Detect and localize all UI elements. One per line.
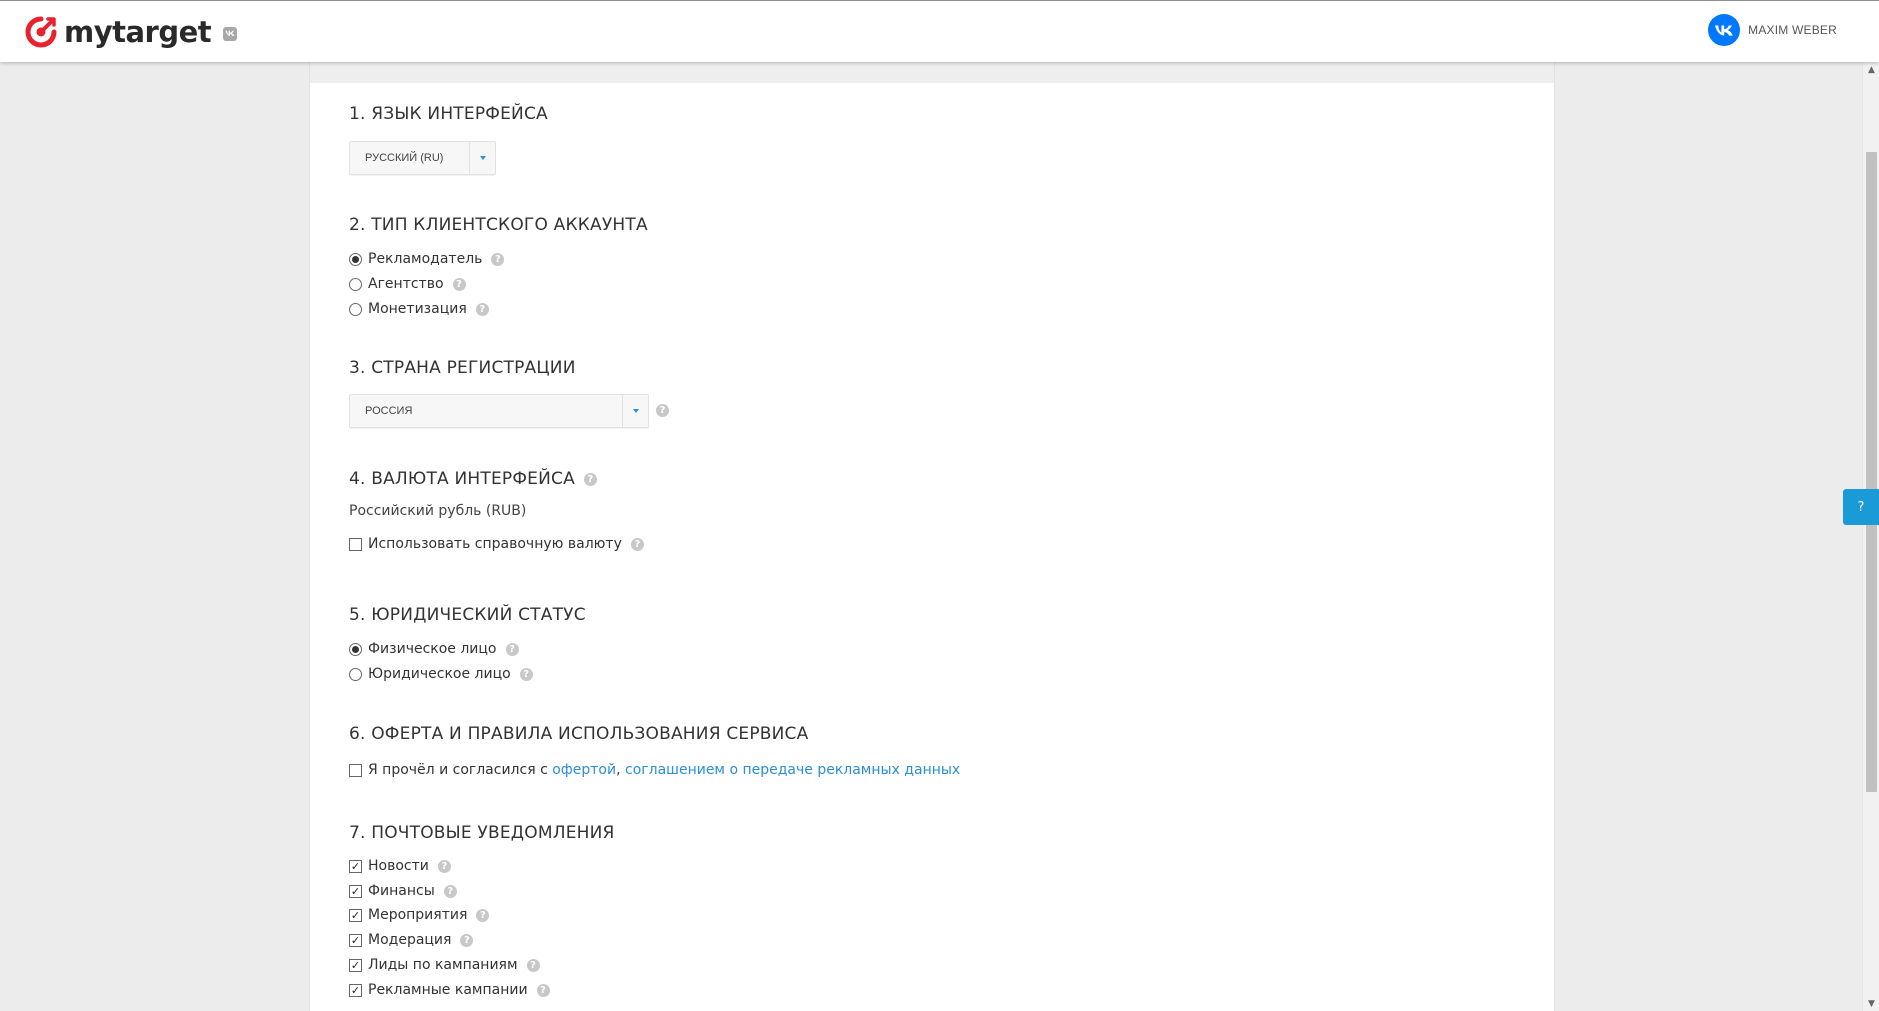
radio-agency-input[interactable] xyxy=(349,277,362,291)
radio-agency-label: Агентство xyxy=(368,276,444,292)
panel-top-band xyxy=(310,62,1554,83)
question-icon[interactable]: ? xyxy=(452,277,466,291)
checkbox-reference-currency-label: Использовать справочную валюту xyxy=(368,536,622,552)
question-icon[interactable]: ? xyxy=(583,472,597,486)
logo-text: mytarget xyxy=(64,15,212,49)
user-name: MAXIM WEBER xyxy=(1748,23,1837,37)
section-title-offer-text: 6. ОФЕРТА И ПРАВИЛА ИСПОЛЬЗОВАНИЯ СЕРВИС… xyxy=(349,724,809,744)
checkbox-leads-label: Лиды по кампаниям xyxy=(368,957,518,973)
section-title-legal-status: 5. ЮРИДИЧЕСКИЙ СТАТУС xyxy=(349,605,586,625)
user-menu[interactable]: MAXIM WEBER xyxy=(1708,14,1837,46)
checkbox-moderation[interactable]: ✓ Модерация ? xyxy=(349,930,474,950)
offer-text-prefix: Я прочёл и согласился с xyxy=(368,762,553,778)
section-title-legal-status-text: 5. ЮРИДИЧЕСКИЙ СТАТУС xyxy=(349,605,586,625)
section-title-notifications: 7. ПОЧТОВЫЕ УВЕДОМЛЕНИЯ xyxy=(349,823,615,843)
question-icon[interactable]: ? xyxy=(656,404,669,417)
page-scrollbar[interactable]: ▲ ▼ xyxy=(1862,62,1879,1011)
radio-monetization[interactable]: Монетизация ? xyxy=(349,299,489,319)
checkbox-finance-label: Финансы xyxy=(368,883,435,899)
checkbox-campaigns-input[interactable]: ✓ xyxy=(349,983,362,997)
checkbox-leads[interactable]: ✓ Лиды по кампаниям ? xyxy=(349,955,540,975)
question-icon[interactable]: ? xyxy=(536,983,550,997)
checkbox-events-label: Мероприятия xyxy=(368,907,468,923)
chevron-down-icon[interactable] xyxy=(469,142,495,174)
section-title-notifications-text: 7. ПОЧТОВЫЕ УВЕДОМЛЕНИЯ xyxy=(349,823,615,843)
help-tab-button[interactable]: ? xyxy=(1843,489,1879,525)
checkbox-leads-input[interactable]: ✓ xyxy=(349,958,362,972)
vk-icon xyxy=(223,26,238,41)
checkbox-moderation-label: Модерация xyxy=(368,932,452,948)
section-title-language-text: 1. ЯЗЫК ИНТЕРФЕЙСА xyxy=(349,104,548,124)
scroll-down-icon[interactable]: ▼ xyxy=(1863,996,1879,1011)
top-header: mytarget MAXIM WEBER xyxy=(0,0,1879,62)
radio-individual-label: Физическое лицо xyxy=(368,641,497,657)
checkbox-finance-input[interactable]: ✓ xyxy=(349,884,362,898)
radio-advertiser-label: Рекламодатель xyxy=(368,251,483,267)
question-icon[interactable]: ? xyxy=(443,884,457,898)
checkbox-offer[interactable]: Я прочёл и согласился с офертой , соглаш… xyxy=(349,760,960,780)
checkbox-news[interactable]: ✓ Новости ? xyxy=(349,856,451,876)
section-title-account-type: 2. ТИП КЛИЕНТСКОГО АККАУНТА xyxy=(349,215,648,235)
checkbox-events[interactable]: ✓ Мероприятия ? xyxy=(349,905,490,925)
scroll-thumb[interactable] xyxy=(1866,152,1877,792)
section-title-currency-text: 4. ВАЛЮТА ИНТЕРФЕЙСА xyxy=(349,469,575,489)
radio-legal-entity-input[interactable] xyxy=(349,667,362,681)
scroll-up-icon[interactable]: ▲ xyxy=(1863,62,1879,77)
radio-individual[interactable]: Физическое лицо ? xyxy=(349,639,519,659)
country-select-value: РОССИЯ xyxy=(365,405,413,417)
language-select[interactable]: РУССКИЙ (RU) xyxy=(349,141,496,175)
offer-separator: , xyxy=(616,762,625,778)
question-icon[interactable]: ? xyxy=(630,537,644,551)
question-icon[interactable]: ? xyxy=(476,908,490,922)
question-icon[interactable]: ? xyxy=(460,933,474,947)
radio-advertiser[interactable]: Рекламодатель ? xyxy=(349,249,505,269)
question-icon[interactable]: ? xyxy=(526,958,540,972)
question-icon[interactable]: ? xyxy=(437,859,451,873)
radio-individual-input[interactable] xyxy=(349,642,362,656)
checkbox-reference-currency[interactable]: Использовать справочную валюту ? xyxy=(349,534,644,554)
question-icon[interactable]: ? xyxy=(491,252,505,266)
radio-legal-entity[interactable]: Юридическое лицо ? xyxy=(349,664,533,684)
checkbox-news-label: Новости xyxy=(368,858,429,874)
section-title-language: 1. ЯЗЫК ИНТЕРФЕЙСА xyxy=(349,104,548,124)
checkbox-finance[interactable]: ✓ Финансы ? xyxy=(349,881,457,901)
section-title-currency: 4. ВАЛЮТА ИНТЕРФЕЙСА ? xyxy=(349,469,597,489)
language-select-value: РУССКИЙ (RU) xyxy=(365,152,444,164)
checkbox-reference-currency-input[interactable] xyxy=(349,537,362,551)
section-title-country-text: 3. СТРАНА РЕГИСТРАЦИИ xyxy=(349,358,576,378)
country-select[interactable]: РОССИЯ xyxy=(349,394,649,428)
chevron-down-icon[interactable] xyxy=(622,395,648,427)
question-icon[interactable]: ? xyxy=(505,642,519,656)
logo[interactable]: mytarget xyxy=(24,13,238,51)
checkbox-news-input[interactable]: ✓ xyxy=(349,859,362,873)
radio-monetization-input[interactable] xyxy=(349,302,362,316)
checkbox-campaigns[interactable]: ✓ Рекламные кампании ? xyxy=(349,980,550,1000)
section-title-account-type-text: 2. ТИП КЛИЕНТСКОГО АККАУНТА xyxy=(349,215,648,235)
section-title-country: 3. СТРАНА РЕГИСТРАЦИИ xyxy=(349,358,576,378)
radio-advertiser-input[interactable] xyxy=(349,252,362,266)
mytarget-logo-icon xyxy=(25,16,57,48)
offer-link[interactable]: офертой xyxy=(552,762,616,778)
question-icon[interactable]: ? xyxy=(519,667,533,681)
section-title-offer: 6. ОФЕРТА И ПРАВИЛА ИСПОЛЬЗОВАНИЯ СЕРВИС… xyxy=(349,724,808,744)
question-icon[interactable]: ? xyxy=(475,302,489,316)
checkbox-campaigns-label: Рекламные кампании xyxy=(368,982,528,998)
vk-avatar-icon xyxy=(1708,14,1741,46)
radio-monetization-label: Монетизация xyxy=(368,301,467,317)
checkbox-events-input[interactable]: ✓ xyxy=(349,908,362,922)
data-agreement-link[interactable]: соглашением о передаче рекламных данных xyxy=(625,762,960,778)
checkbox-offer-input[interactable] xyxy=(349,763,362,777)
radio-agency[interactable]: Агентство ? xyxy=(349,274,466,294)
radio-legal-entity-label: Юридическое лицо xyxy=(368,666,511,682)
settings-panel: 1. ЯЗЫК ИНТЕРФЕЙСА РУССКИЙ (RU) 2. ТИП К… xyxy=(309,62,1555,1011)
currency-value: Российский рубль (RUB) xyxy=(349,503,527,519)
checkbox-moderation-input[interactable]: ✓ xyxy=(349,933,362,947)
